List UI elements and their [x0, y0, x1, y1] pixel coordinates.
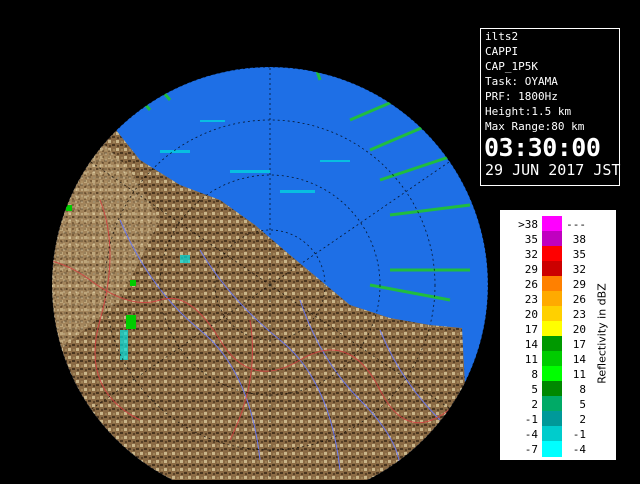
- legend-low-value: 29: [524, 263, 538, 276]
- legend-unit: Reflectivity in dBZ: [592, 265, 612, 405]
- legend-row: -7 -4: [500, 441, 620, 457]
- legend-low-value: -7: [524, 443, 538, 456]
- legend-row: 35 38: [500, 231, 620, 247]
- legend-high-value: 8: [579, 383, 586, 396]
- legend-high-value: -1: [572, 428, 586, 441]
- legend-swatch: [542, 366, 562, 382]
- legend-low-value: 8: [531, 368, 538, 381]
- legend-swatch: [542, 306, 562, 322]
- legend-swatch: [542, 426, 562, 442]
- legend-row: -4 -1: [500, 426, 620, 442]
- legend-high-value: 17: [572, 338, 586, 351]
- legend-swatch: [542, 291, 562, 307]
- legend-high-value: ---: [566, 218, 586, 231]
- legend-high-value: 32: [572, 263, 586, 276]
- legend-swatch: [542, 216, 562, 232]
- legend-high-value: -4: [572, 443, 586, 456]
- legend-low-value: 20: [524, 308, 538, 321]
- legend-low-value: 17: [524, 323, 538, 336]
- height-label: Height:1.5 km: [485, 105, 572, 118]
- product-name: CAPPI: [485, 45, 519, 58]
- legend-low-value: 11: [524, 353, 538, 366]
- legend-swatch: [542, 396, 562, 412]
- legend-swatch: [542, 276, 562, 292]
- legend-swatch: [542, 381, 562, 397]
- radar-info-panel: ilts2 CAPPI CAP_1P5K Task: OYAMA PRF: 18…: [480, 28, 620, 186]
- observation-time: 03:30:00: [484, 133, 601, 162]
- legend-high-value: 20: [572, 323, 586, 336]
- legend-swatch: [542, 321, 562, 337]
- legend-row: >38 ---: [500, 216, 620, 232]
- legend-swatch: [542, 351, 562, 367]
- reflectivity-legend: >38 --- 35 38 32 35 29 32 26 29 23 26 20 23 17 20 14 17 11…: [498, 208, 618, 462]
- legend-high-value: 5: [579, 398, 586, 411]
- legend-swatch: [542, 261, 562, 277]
- legend-low-value: -1: [524, 413, 538, 426]
- legend-row: 32 35: [500, 246, 620, 262]
- legend-swatch: [542, 441, 562, 457]
- observation-date: 29 JUN 2017 JST: [485, 161, 621, 179]
- legend-high-value: 14: [572, 353, 586, 366]
- legend-low-value: 26: [524, 278, 538, 291]
- legend-high-value: 11: [572, 368, 586, 381]
- max-range-label: Max Range:80 km: [485, 120, 585, 133]
- legend-high-value: 26: [572, 293, 586, 306]
- legend-low-value: 2: [531, 398, 538, 411]
- legend-swatch: [542, 336, 562, 352]
- legend-row: -1 2: [500, 411, 620, 427]
- legend-low-value: 5: [531, 383, 538, 396]
- legend-low-value: >38: [518, 218, 538, 231]
- legend-high-value: 29: [572, 278, 586, 291]
- legend-low-value: 23: [524, 293, 538, 306]
- prf-label: PRF: 1800Hz: [485, 90, 558, 103]
- legend-unit-label: Reflectivity in dBZ: [595, 283, 609, 384]
- legend-low-value: -4: [524, 428, 538, 441]
- legend-high-value: 35: [572, 248, 586, 261]
- legend-low-value: 32: [524, 248, 538, 261]
- legend-swatch: [542, 231, 562, 247]
- product-code: CAP_1P5K: [485, 60, 538, 73]
- station-name: ilts2: [485, 30, 519, 43]
- legend-high-value: 2: [579, 413, 586, 426]
- task-label: Task: OYAMA: [485, 75, 558, 88]
- legend-swatch: [542, 246, 562, 262]
- legend-high-value: 38: [572, 233, 586, 246]
- legend-low-value: 35: [524, 233, 538, 246]
- legend-low-value: 14: [524, 338, 538, 351]
- legend-high-value: 23: [572, 308, 586, 321]
- legend-swatch: [542, 411, 562, 427]
